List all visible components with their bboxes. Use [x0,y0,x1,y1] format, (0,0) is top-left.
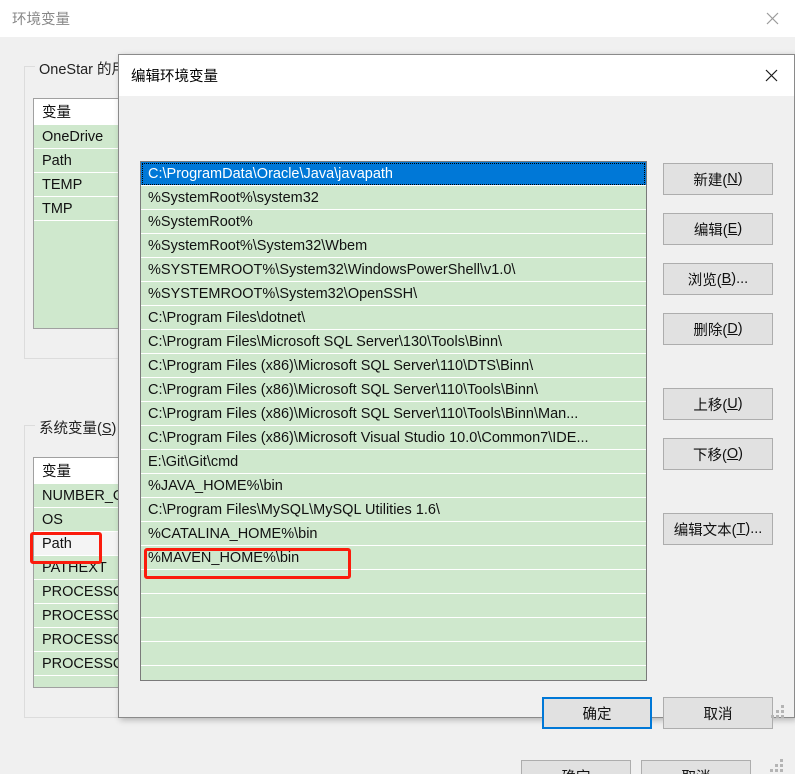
delete-button[interactable]: 删除(D) [663,313,773,345]
path-entry-row[interactable]: %CATALINA_HOME%\bin [141,522,646,546]
edit-button[interactable]: 编辑(E) [663,213,773,245]
dialog-title: 编辑环境变量 [131,69,218,85]
browse-button[interactable]: 浏览(B)... [663,263,773,295]
dialog-cancel-button[interactable]: 取消 [663,697,773,729]
window-close-button[interactable] [749,0,795,37]
move-down-button[interactable]: 下移(O) [663,438,773,470]
ok-button[interactable]: 确定 [521,760,631,774]
system-variables-legend-accel: S [101,421,112,437]
move-up-button-suffix: ) [737,396,743,412]
move-down-button-suffix: ) [738,446,743,462]
path-entry-row-empty[interactable] [141,594,646,618]
system-variables-legend-prefix: 系统变量( [39,421,102,437]
path-entry-row[interactable]: C:\Program Files\Microsoft SQL Server\13… [141,330,646,354]
path-entry-row[interactable]: C:\Program Files\MySQL\MySQL Utilities 1… [141,498,646,522]
dialog-content: C:\ProgramData\Oracle\Java\javapath %Syst… [119,96,794,729]
dialog-close-button[interactable] [748,55,794,96]
path-entry-row[interactable]: %SystemRoot% [141,210,646,234]
path-entry-row[interactable]: %JAVA_HOME%\bin [141,474,646,498]
path-entry-row-empty[interactable] [141,642,646,666]
edit-text-button-accel: T [736,521,746,537]
cancel-button[interactable]: 取消 [641,760,751,774]
path-entry-row-empty[interactable] [141,618,646,642]
path-entry-row[interactable]: %SystemRoot%\system32 [141,186,646,210]
path-entry-row[interactable]: E:\Git\Git\cmd [141,450,646,474]
path-entries-listbox[interactable]: C:\ProgramData\Oracle\Java\javapath %Syst… [140,161,647,681]
delete-button-accel: D [727,321,738,337]
path-entry-row-empty[interactable] [141,570,646,594]
edit-button-suffix: ) [737,221,743,237]
path-entry-row[interactable]: C:\Program Files (x86)\Microsoft SQL Ser… [141,378,646,402]
path-entry-row[interactable]: %SYSTEMROOT%\System32\WindowsPowerShell\… [141,258,646,282]
browse-button-suffix: )... [731,271,749,287]
path-entry-row[interactable]: C:\Program Files\dotnet\ [141,306,646,330]
path-entry-row[interactable]: C:\Program Files (x86)\Microsoft SQL Ser… [141,402,646,426]
move-down-button-accel: O [726,446,739,462]
path-entry-row-empty[interactable] [141,666,646,680]
delete-button-suffix: ) [737,321,743,337]
move-up-button-accel: U [727,396,738,412]
dialog-ok-button[interactable]: 确定 [542,697,652,729]
edit-text-button-suffix: )... [745,521,763,537]
path-entry-row[interactable]: C:\Program Files (x86)\Microsoft Visual … [141,426,646,450]
browse-button-prefix: 浏览( [687,272,722,289]
edit-button-accel: E [727,221,738,237]
new-button-suffix: ) [737,171,743,187]
path-entry-row[interactable]: %MAVEN_HOME%\bin [141,546,646,570]
new-button[interactable]: 新建(N) [663,163,773,195]
edit-button-prefix: 编辑( [693,222,728,239]
delete-button-prefix: 删除( [693,322,728,339]
close-icon [766,12,778,25]
dialog-titlebar: 编辑环境变量 [119,55,794,96]
path-entry-row[interactable]: C:\ProgramData\Oracle\Java\javapath [141,162,646,186]
move-up-button[interactable]: 上移(U) [663,388,773,420]
path-entry-row[interactable]: C:\Program Files (x86)\Microsoft SQL Ser… [141,354,646,378]
browse-button-accel: B [721,271,732,287]
path-entry-row[interactable]: %SYSTEMROOT%\System32\OpenSSH\ [141,282,646,306]
move-down-button-prefix: 下移( [693,447,727,464]
edit-text-button-prefix: 编辑文本( [673,522,737,539]
edit-environment-variable-dialog: 编辑环境变量 C:\ProgramData\Oracle\Java\javapa… [118,54,795,729]
close-icon [765,69,777,82]
window-resize-grip[interactable] [770,759,784,773]
new-button-accel: N [727,171,738,187]
window-titlebar: 环境变量 [0,0,795,37]
new-button-prefix: 新建( [693,172,728,189]
edit-text-button[interactable]: 编辑文本(T)... [663,513,773,545]
path-entry-row[interactable]: %SystemRoot%\System32\Wbem [141,234,646,258]
user-variables-legend: OneStar 的用 [35,58,131,79]
system-variables-legend-suffix: ) [111,421,117,437]
dialog-resize-grip[interactable] [771,705,785,719]
window-title: 环境变量 [12,12,70,28]
system-variables-legend: 系统变量(S) [35,417,121,438]
move-up-button-prefix: 上移( [693,397,728,414]
